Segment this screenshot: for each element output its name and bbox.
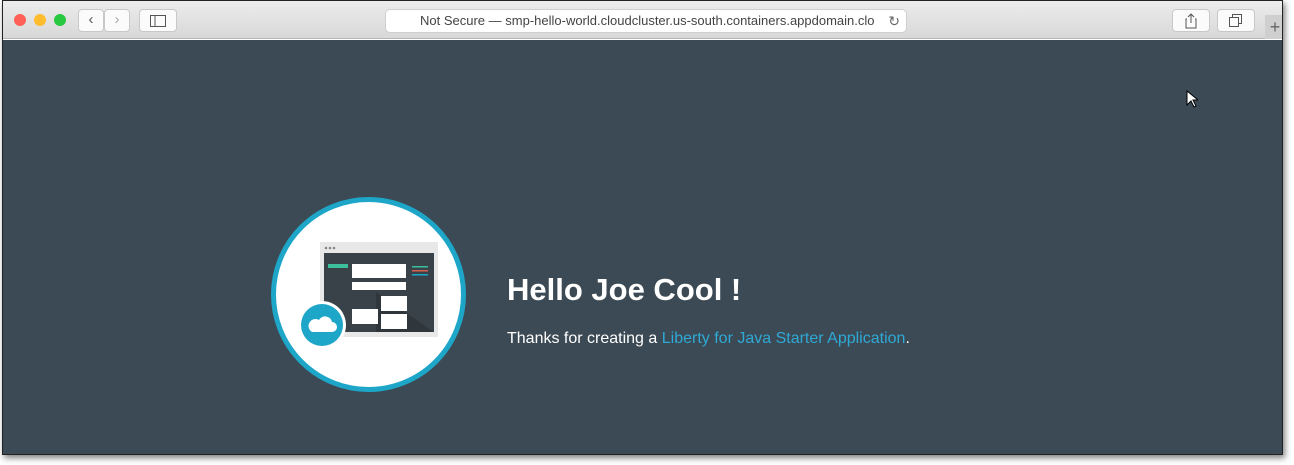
chevron-right-icon: › (114, 11, 120, 28)
share-icon (1185, 13, 1197, 29)
tabs-overview-button[interactable] (1217, 9, 1255, 32)
sidebar-icon (150, 15, 166, 27)
chevron-left-icon: ‹ (88, 11, 94, 28)
share-button[interactable] (1172, 9, 1210, 32)
app-illustration (271, 197, 466, 392)
browser-toolbar: ‹ › Not Secure — smp-hello-world.cloudcl… (3, 1, 1282, 39)
forward-button[interactable]: › (104, 9, 130, 32)
zoom-window-button[interactable] (54, 14, 66, 26)
reload-icon[interactable]: ↻ (888, 10, 900, 32)
address-bar[interactable]: Not Secure — smp-hello-world.cloudcluste… (385, 9, 907, 33)
dashboard-illustration-icon (298, 242, 438, 349)
page-subtitle: Thanks for creating a Liberty for Java S… (507, 330, 910, 348)
minimize-window-button[interactable] (34, 14, 46, 26)
sidebar-button[interactable] (139, 9, 177, 32)
mouse-cursor-icon (1186, 89, 1200, 111)
subtitle-text: Thanks for creating a (507, 330, 662, 347)
close-window-button[interactable] (14, 14, 26, 26)
url-text: Not Secure — smp-hello-world.cloudcluste… (420, 13, 875, 28)
page-content: Hello Joe Cool ! Thanks for creating a L… (3, 40, 1282, 454)
tabs-icon (1229, 14, 1242, 27)
browser-window: ‹ › Not Secure — smp-hello-world.cloudcl… (2, 0, 1283, 455)
page-title: Hello Joe Cool ! (507, 272, 742, 307)
back-button[interactable]: ‹ (78, 9, 104, 32)
subtitle-period: . (905, 330, 910, 347)
new-tab-button[interactable]: + (1265, 15, 1282, 39)
starter-app-link[interactable]: Liberty for Java Starter Application (662, 330, 906, 347)
